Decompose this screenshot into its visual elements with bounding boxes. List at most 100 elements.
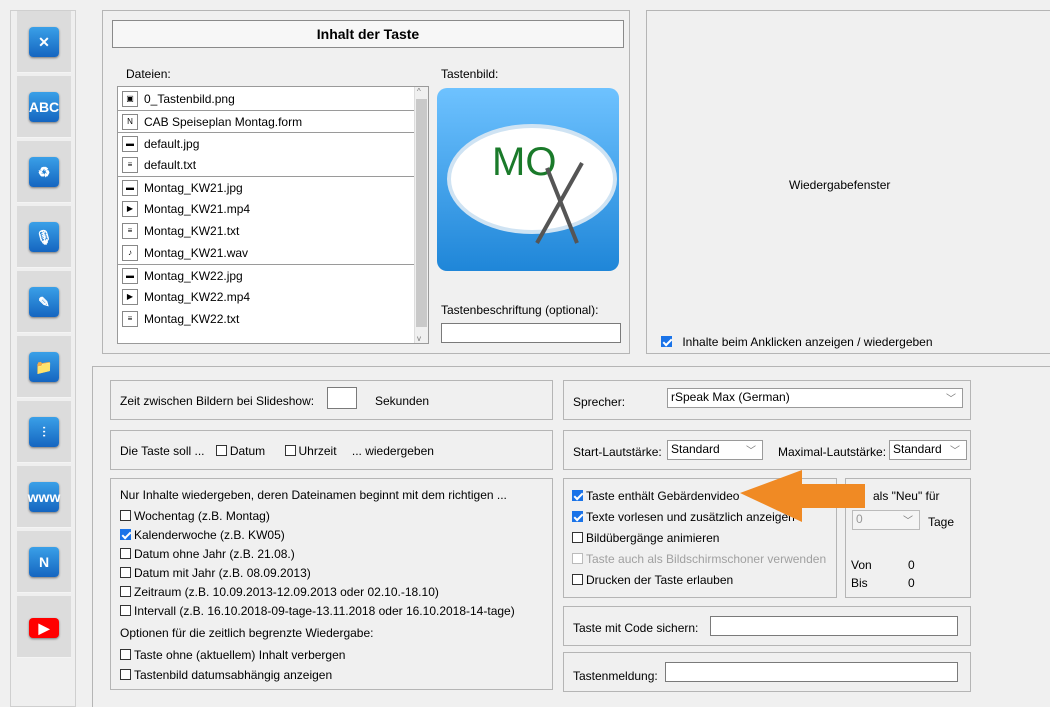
- filter-label: Datum mit Jahr (z.B. 08.09.2013): [134, 566, 311, 580]
- filter-option[interactable]: Datum mit Jahr (z.B. 08.09.2013): [120, 566, 311, 580]
- von-value: 0: [908, 558, 915, 572]
- sidebar-button-www-globe[interactable]: www: [17, 466, 71, 528]
- key-option-checkbox[interactable]: [572, 511, 583, 522]
- slideshow-seconds-input[interactable]: [327, 387, 357, 409]
- message-input[interactable]: [665, 662, 958, 682]
- scroll-up-icon[interactable]: ^: [417, 87, 421, 96]
- sidebar-button-tools[interactable]: ✕: [17, 11, 71, 73]
- filter-checkbox[interactable]: [120, 605, 131, 616]
- volume-box: Start-Lautstärke: Standard ﹀ Maximal-Laut…: [563, 430, 971, 470]
- date-checkbox[interactable]: [215, 445, 227, 456]
- youtube-icon: ▶: [29, 618, 59, 638]
- jpg-file-icon: ▬: [122, 135, 138, 152]
- mp4-file-icon: ▶: [122, 289, 138, 305]
- folder-icon: 📁: [29, 352, 59, 382]
- sidebar-button-recycle-bin[interactable]: ♻: [17, 141, 71, 203]
- code-label: Taste mit Code sichern:: [573, 621, 699, 635]
- chevron-down-icon: ﹀: [950, 446, 960, 457]
- file-list-scrollbar[interactable]: ^ v: [414, 87, 428, 343]
- date-label: Datum: [229, 444, 266, 458]
- slideshow-label: Zeit zwischen Bildern bei Slideshow:: [120, 394, 315, 408]
- filter-intro: Nur Inhalte wiedergeben, deren Dateiname…: [120, 488, 507, 502]
- filter-option[interactable]: Zeitraum (z.B. 10.09.2013-12.09.2013 ode…: [120, 585, 439, 599]
- chevron-down-icon: ﹀: [746, 446, 756, 457]
- key-option-checkbox[interactable]: [572, 574, 583, 585]
- mp4-file-icon: ▶: [122, 201, 138, 217]
- time-checkbox[interactable]: [284, 445, 296, 456]
- display-option[interactable]: Taste ohne (aktuellem) Inhalt verbergen: [120, 648, 345, 662]
- filter-option[interactable]: Datum ohne Jahr (z.B. 21.08.): [120, 547, 295, 561]
- message-label: Tastenmeldung:: [573, 669, 658, 683]
- file-row[interactable]: N CAB Speiseplan Montag.form: [118, 110, 414, 132]
- sidebar-button-microphone[interactable]: 🎙: [17, 206, 71, 268]
- file-name: Montag_KW21.mp4: [144, 202, 251, 216]
- www-globe-icon: www: [28, 482, 60, 512]
- start-volume-label: Start-Lautstärke:: [573, 445, 662, 459]
- equalizer-icon: ⫶: [29, 417, 59, 447]
- key-option-option[interactable]: Bildübergänge animieren: [572, 531, 719, 545]
- filter-checkbox[interactable]: [120, 548, 131, 559]
- filter-option[interactable]: Intervall (z.B. 16.10.2018-09-tage-13.11…: [120, 604, 515, 618]
- filter-checkbox[interactable]: [120, 510, 131, 521]
- start-volume-select[interactable]: Standard ﹀: [667, 440, 763, 460]
- filter-checkbox[interactable]: [120, 529, 131, 540]
- code-input[interactable]: [710, 616, 958, 636]
- start-volume-value: Standard: [671, 442, 720, 456]
- chevron-down-icon: ﹀: [946, 394, 956, 405]
- scroll-down-icon[interactable]: v: [417, 334, 421, 343]
- wav-file-icon: ♪: [122, 245, 138, 261]
- scrollbar-thumb[interactable]: [416, 99, 427, 327]
- sidebar-button-form-ruler[interactable]: N: [17, 531, 71, 593]
- filter-label: Zeitraum (z.B. 10.09.2013-12.09.2013 ode…: [134, 585, 439, 599]
- filter-checkbox[interactable]: [120, 567, 131, 578]
- sidebar-button-equalizer[interactable]: ⫶: [17, 401, 71, 463]
- recycle-bin-icon: ♻: [29, 157, 59, 187]
- filter-label: Kalenderwoche (z.B. KW05): [134, 528, 285, 542]
- file-row[interactable]: ≡ default.txt: [118, 154, 414, 176]
- png-file-icon: ▣: [122, 91, 138, 107]
- button-image[interactable]: MO: [437, 88, 619, 271]
- sidebar-button-youtube[interactable]: ▶: [17, 596, 71, 658]
- show-on-click-checkbox[interactable]: [661, 336, 672, 347]
- key-option-option[interactable]: Drucken der Taste erlauben: [572, 573, 733, 587]
- speaker-label: Sprecher:: [573, 395, 626, 409]
- key-option-option[interactable]: Taste enthält Gebärdenvideo: [572, 489, 739, 503]
- file-list[interactable]: ▣ 0_Tastenbild.png N CAB Speiseplan Montag.…: [117, 86, 429, 344]
- neu-days-label: Tage: [928, 515, 955, 529]
- sidebar-button-abc-eraser[interactable]: ABC: [17, 76, 71, 138]
- key-option-checkbox[interactable]: [572, 532, 583, 543]
- bis-label: Bis: [851, 576, 868, 590]
- file-row[interactable]: ▬ Montag_KW22.jpg: [118, 264, 414, 286]
- form-file-icon: N: [122, 113, 138, 130]
- key-option-checkbox[interactable]: [572, 490, 583, 501]
- file-row[interactable]: ♪ Montag_KW21.wav: [118, 242, 414, 264]
- display-checkbox[interactable]: [120, 669, 131, 680]
- show-on-click-option[interactable]: Inhalte beim Anklicken anzeigen / wieder…: [661, 335, 933, 349]
- edit-note-icon: ✎: [29, 287, 59, 317]
- display-checkbox[interactable]: [120, 649, 131, 660]
- time-label: Uhrzeit: [298, 444, 337, 458]
- filter-option[interactable]: Wochentag (z.B. Montag): [120, 509, 270, 523]
- sidebar-button-edit-note[interactable]: ✎: [17, 271, 71, 333]
- microphone-icon: 🎙: [29, 222, 59, 252]
- file-row[interactable]: ▶ Montag_KW21.mp4: [118, 198, 414, 220]
- speaker-value: rSpeak Max (German): [671, 390, 790, 404]
- file-row[interactable]: ≡ Montag_KW21.txt: [118, 220, 414, 242]
- file-row[interactable]: ≡ Montag_KW22.txt: [118, 308, 414, 330]
- files-label: Dateien:: [126, 67, 171, 81]
- file-row[interactable]: ▬ default.jpg: [118, 132, 414, 154]
- file-row[interactable]: ▬ Montag_KW21.jpg: [118, 176, 414, 198]
- caption-input[interactable]: [441, 323, 621, 343]
- file-row[interactable]: ▶ Montag_KW22.mp4: [118, 286, 414, 308]
- speaker-select[interactable]: rSpeak Max (German) ﹀: [667, 388, 963, 408]
- max-volume-select[interactable]: Standard ﹀: [889, 440, 967, 460]
- sidebar-button-folder[interactable]: 📁: [17, 336, 71, 398]
- filter-option[interactable]: Kalenderwoche (z.B. KW05): [120, 528, 285, 542]
- display-option[interactable]: Tastenbild datumsabhängig anzeigen: [120, 668, 332, 682]
- fork-knife-icon: [535, 162, 584, 244]
- filter-checkbox[interactable]: [120, 586, 131, 597]
- content-title: Inhalt der Taste: [112, 20, 624, 48]
- key-option-label: Drucken der Taste erlauben: [586, 573, 734, 587]
- file-row[interactable]: ▣ 0_Tastenbild.png: [118, 88, 414, 110]
- playwith-suffix: ... wiedergeben: [351, 444, 434, 458]
